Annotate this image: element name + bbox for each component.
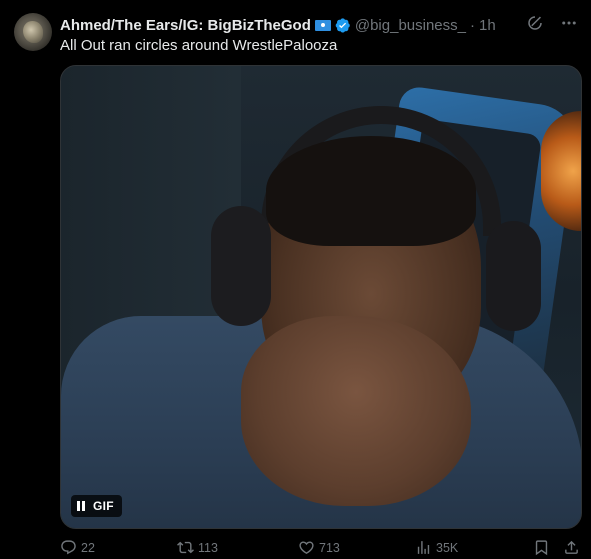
timestamp[interactable]: 1h	[479, 17, 496, 34]
views-icon	[417, 541, 430, 554]
repost-button[interactable]: 113	[177, 539, 218, 556]
avatar-image	[23, 21, 43, 43]
verified-badge-icon[interactable]	[334, 17, 351, 34]
tweet[interactable]: Ahmed/The Ears/IG: BigBizTheGod @big_bus…	[0, 0, 591, 559]
headphones-right-earcup	[486, 221, 541, 331]
repost-count: 113	[198, 540, 218, 555]
person-hair	[266, 136, 476, 246]
bookmark-button[interactable]	[533, 539, 550, 556]
reply-button[interactable]: 22	[60, 539, 95, 556]
pause-icon[interactable]	[77, 501, 87, 511]
gif-media[interactable]: GIF	[60, 65, 582, 529]
repost-icon	[177, 541, 194, 554]
tweet-text: All Out ran circles around WrestlePalooz…	[60, 37, 338, 54]
share-icon	[565, 540, 578, 554]
views-button[interactable]: 35K	[415, 539, 458, 556]
views-count: 35K	[436, 540, 459, 555]
reply-icon	[61, 540, 76, 555]
like-count: 713	[319, 540, 340, 555]
grok-icon[interactable]	[525, 13, 545, 33]
more-icon[interactable]	[559, 13, 579, 33]
tweet-header: Ahmed/The Ears/IG: BigBizTheGod @big_bus…	[60, 15, 577, 35]
flag-icon	[314, 19, 331, 31]
like-button[interactable]: 713	[298, 539, 340, 556]
reply-count: 22	[81, 540, 95, 555]
separator-dot: ·	[470, 16, 475, 34]
headphones-left-earcup	[211, 206, 271, 326]
tweet-actions: 22 113 713 35K	[60, 539, 583, 559]
person-hand	[241, 316, 471, 506]
share-button[interactable]	[563, 539, 580, 556]
background-light	[541, 111, 581, 231]
bookmark-icon	[535, 540, 548, 556]
top-actions	[525, 13, 579, 33]
heart-icon	[299, 541, 314, 554]
display-name[interactable]: Ahmed/The Ears/IG: BigBizTheGod	[60, 17, 311, 34]
gif-label: GIF	[93, 499, 114, 513]
user-handle[interactable]: @big_business_	[355, 17, 466, 34]
avatar[interactable]	[14, 13, 52, 51]
gif-controls[interactable]: GIF	[71, 495, 122, 517]
